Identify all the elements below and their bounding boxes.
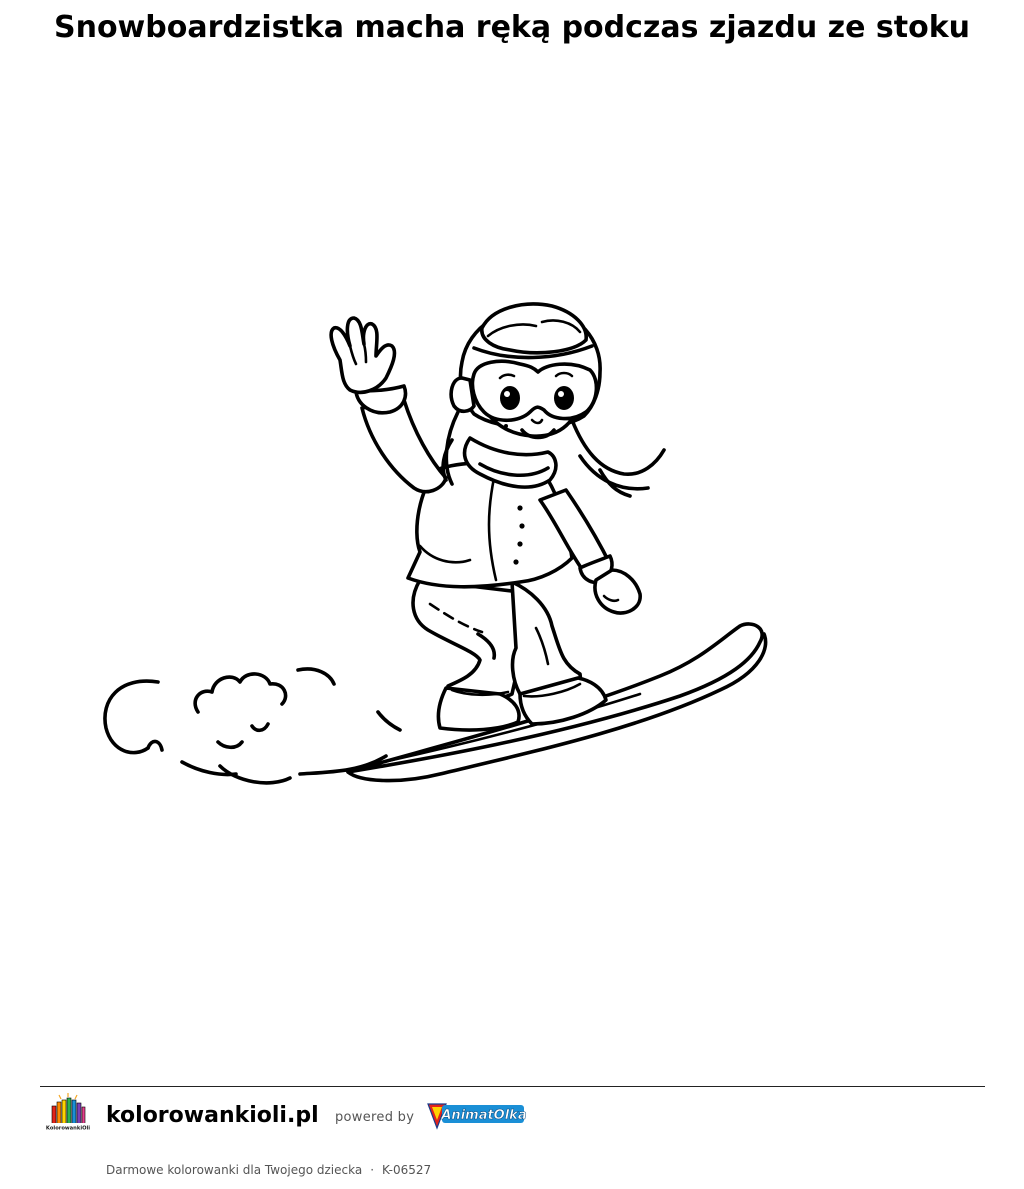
snowboarder-illustration-icon [103, 302, 768, 785]
site-name[interactable]: kolorowankioli.pl [106, 1101, 319, 1131]
page-code: K-06527 [382, 1163, 432, 1177]
crayons-logo-icon: KolorowankiOli [44, 1092, 92, 1140]
head [449, 302, 602, 440]
footer-divider [40, 1086, 985, 1087]
site-logo[interactable]: KolorowankiOli [44, 1092, 92, 1140]
powered-by-label: powered by [335, 1110, 415, 1125]
animatolka-logo-icon: AnimatOlka [427, 1103, 527, 1130]
partner-logo[interactable]: AnimatOlka [424, 1098, 528, 1132]
footer-meta: Darmowe kolorowanki dla Twojego dziecka ·… [106, 1161, 431, 1179]
snow-spray [103, 667, 402, 785]
separator: · [370, 1163, 375, 1177]
coloring-illustration [0, 60, 1024, 1060]
svg-text:AnimatOlka: AnimatOlka [440, 1108, 526, 1123]
svg-text:KolorowankiOli: KolorowankiOli [46, 1126, 90, 1132]
page-title: Snowboardzistka macha ręką podczas zjazd… [53, 10, 971, 45]
waving-arm [329, 316, 448, 494]
tagline: Darmowe kolorowanki dla Twojego dziecka [106, 1163, 363, 1177]
legs [411, 578, 608, 732]
